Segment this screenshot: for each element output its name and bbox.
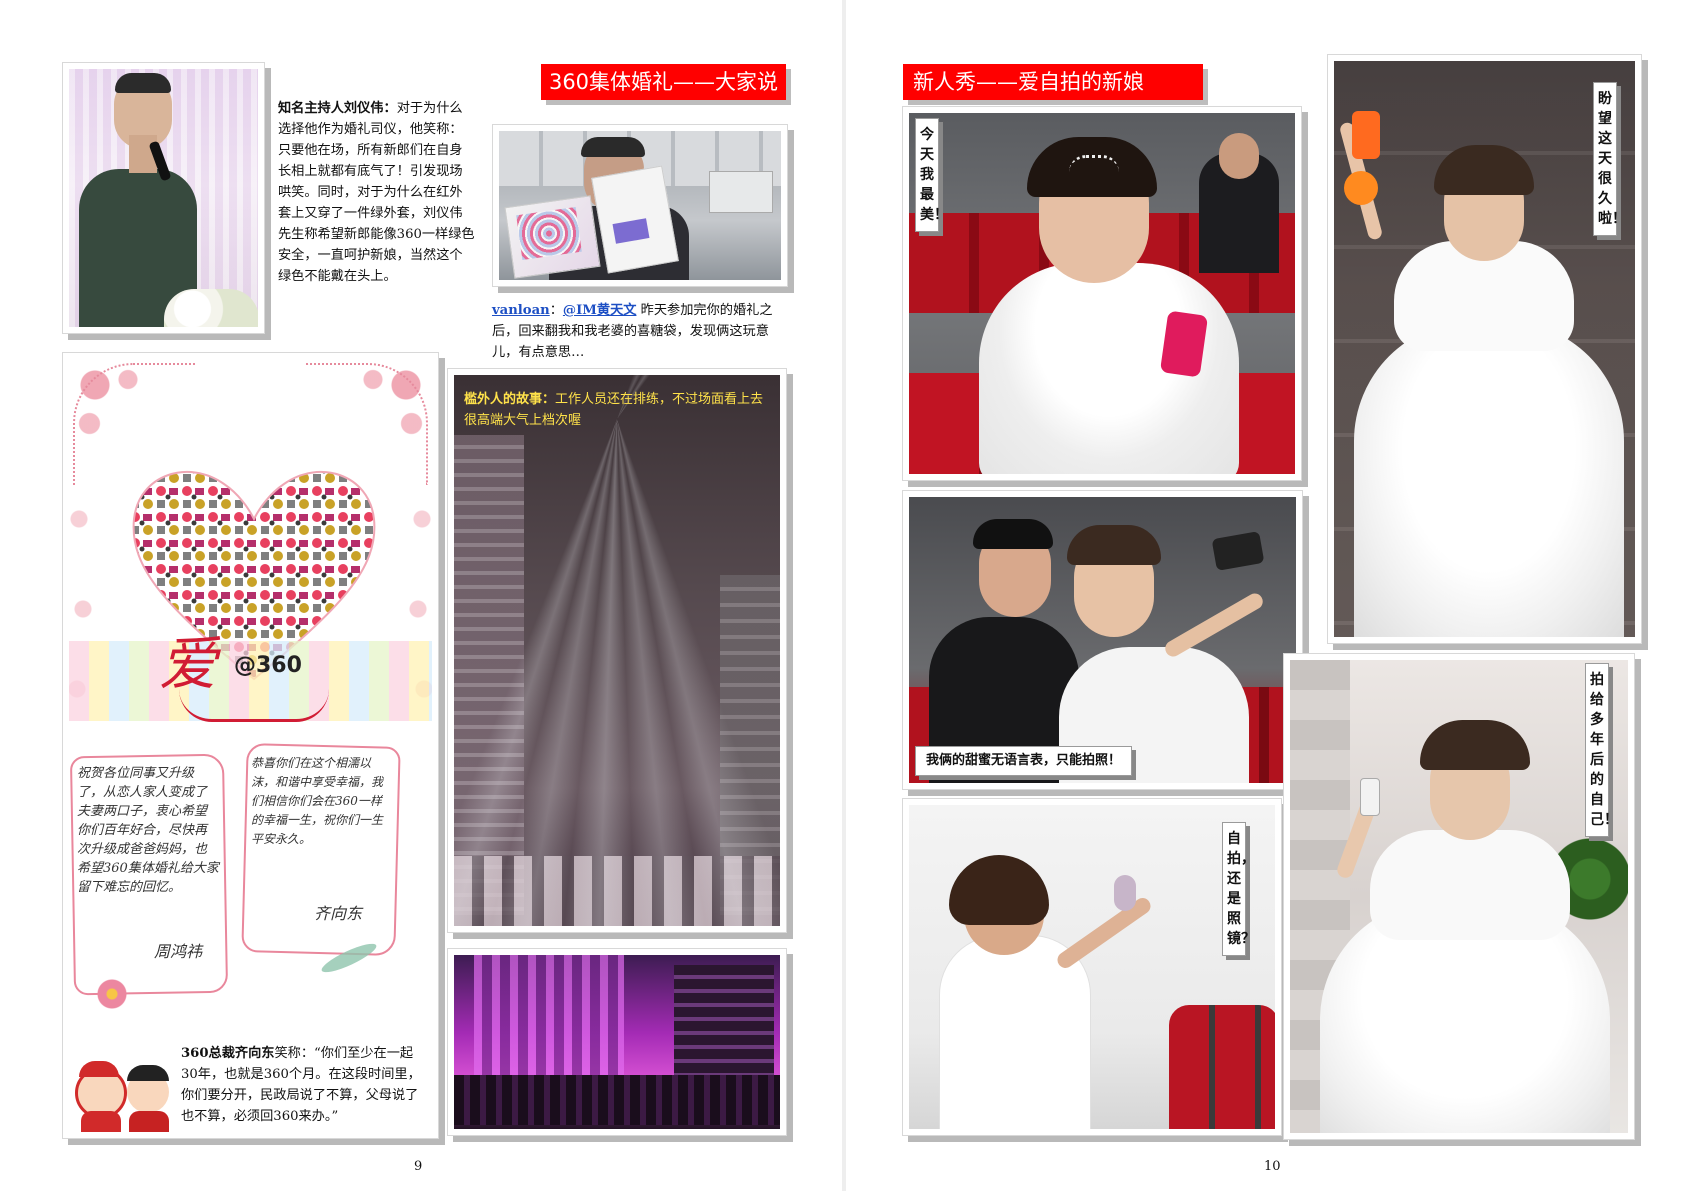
orange-phone-icon [1352,111,1380,159]
right-banner: 新人秀——爱自拍的新娘 [903,64,1203,100]
caption-2: 盼望这天很久啦！ [1593,82,1626,236]
note-left-sign: 周鸿祎 [154,942,203,961]
left-page: 知名主持人刘仪伟：对于为什么选择他作为婚礼司仪，他笑称：只要他在场，所有新郎们在… [0,0,842,1191]
page-number-left: 9 [414,1159,423,1174]
right-banner-text: 新人秀——爱自拍的新娘 [913,70,1144,94]
note-right-text: 恭喜你们在这个相濡以沫，和谐中享受幸福，我们相信你们会在360一样的幸福一生，祝… [251,756,384,846]
left-banner: 360集体婚礼——大家说 [541,64,786,100]
note-right-sign: 齐向东 [314,904,363,923]
mirror-icon [1114,875,1136,911]
weibo-post: vanloan：@IM黄天文 昨天参加完你的婚礼之后，回来翻我和我老婆的喜糖袋，… [492,300,790,363]
page-number-right: 10 [1264,1159,1281,1174]
heart-swash-icon [179,689,329,722]
note-left-text: 祝贺各位同事又升级了，从恋人家人变成了夫妻两口子，衷心希望你们百年好合，尽快再次… [77,766,219,895]
night-story: 槛外人的故事：工作人员还在排练，不过场面看上去很高端大气上档次喔 [464,389,774,431]
caption-2-text: 盼望这天很久啦！ [1598,91,1626,227]
purple-night-photo [447,948,787,1136]
white-phone-icon [1360,778,1380,816]
caption-1-text: 今天我最美！ [920,127,948,223]
host-quote-text: 对于为什么选择他作为婚礼司仪，他笑称：只要他在场，所有新郎们在自身长相上就都有底… [278,101,475,284]
cartoon-couple-icon [71,1061,181,1132]
ceo-quote-speaker: 360总裁齐向东 [181,1046,275,1061]
left-banner-text: 360集体婚礼——大家说 [548,70,779,94]
night-story-title: 槛外人的故事： [464,392,556,407]
bride-white-phone-photo [1283,653,1635,1140]
caption-3: 我俩的甜蜜无语言表，只能拍照！ [915,746,1133,776]
caption-5: 拍给多年后的自己！ [1585,663,1618,837]
couple-selfie-photo [902,490,1303,790]
black-phone-icon [1211,531,1265,571]
host-quote-speaker: 知名主持人刘仪伟： [278,101,397,116]
weibo-user-link[interactable]: vanloan [492,303,550,318]
weibo-sep: ： [549,303,563,318]
office-photo [492,124,788,287]
right-page: 新人秀——爱自拍的新娘 今天我最美！ 盼望这天很久啦！ 我俩的甜蜜无语言表，只能… [846,0,1685,1191]
tiara-icon [1069,155,1119,172]
caption-1: 今天我最美！ [915,118,948,232]
brand-360-logo: @360 [234,653,302,678]
bride-pink-phone-photo [902,106,1302,481]
pink-phone-icon [1159,310,1209,378]
host-quote: 知名主持人刘仪伟：对于为什么选择他作为婚礼司仪，他笑称：只要他在场，所有新郎们在… [278,98,475,287]
caption-4-text: 自拍，还是照镜？ [1227,831,1255,947]
light-beams-photo: 槛外人的故事：工作人员还在排练，不过场面看上去很高端大气上档次喔 [447,368,787,933]
caption-3-text: 我俩的甜蜜无语言表，只能拍照！ [926,753,1122,768]
host-photo [62,62,265,334]
greeting-card: 爱 @360 祝贺各位同事又升级了，从恋人家人变成了夫妻两口子，衷心希望你们百年… [62,352,439,1139]
caption-5-text: 拍给多年后的自己！ [1590,672,1618,828]
flower-decoration-icon [97,979,127,1009]
caption-4: 自拍，还是照镜？ [1222,822,1255,956]
weibo-mention-link[interactable]: @IM黄天文 [563,303,637,318]
ceo-quote: 360总裁齐向东笑称：“你们至少在一起30年，也就是360个月。在这段时间里，你… [181,1043,424,1127]
